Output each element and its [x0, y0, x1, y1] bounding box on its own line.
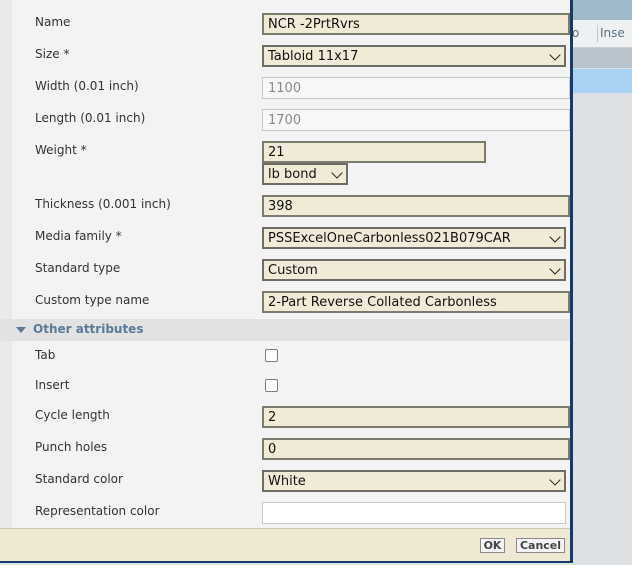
- media-properties-dialog: Name NCR -2PrtRvrs Size * Tabloid 11x17 …: [0, 0, 573, 563]
- standard-type-label: Standard type: [35, 261, 121, 275]
- standard-color-value: White: [268, 474, 306, 489]
- media-family-value: PSSExcelOneCarbonless021B079CAR: [268, 231, 511, 246]
- weight-unit-select[interactable]: lb bond: [262, 163, 348, 185]
- collapse-triangle-icon: [16, 327, 26, 333]
- chevron-down-icon: [549, 49, 561, 61]
- standard-type-value: Custom: [268, 263, 318, 278]
- standard-type-select[interactable]: Custom: [262, 259, 566, 281]
- standard-color-label: Standard color: [35, 472, 123, 486]
- size-select[interactable]: Tabloid 11x17: [262, 45, 566, 67]
- column-header-partial[interactable]: o: [572, 26, 579, 40]
- name-input[interactable]: NCR -2PrtRvrs: [262, 13, 570, 35]
- punch-holes-input[interactable]: 0: [262, 438, 570, 460]
- background-column-header: o Inse: [572, 20, 632, 48]
- cancel-button[interactable]: Cancel: [516, 538, 565, 553]
- size-label: Size *: [35, 47, 70, 61]
- ok-button[interactable]: OK: [480, 538, 505, 553]
- chevron-down-icon: [549, 474, 561, 486]
- representation-color-input[interactable]: [262, 502, 566, 524]
- tab-label: Tab: [35, 348, 56, 362]
- length-input: 1700: [262, 109, 570, 131]
- other-attributes-section-header[interactable]: Other attributes: [0, 319, 570, 341]
- weight-unit-value: lb bond: [268, 167, 317, 182]
- thickness-label: Thickness (0.001 inch): [35, 197, 171, 211]
- tab-checkbox[interactable]: [265, 349, 278, 362]
- media-family-select[interactable]: PSSExcelOneCarbonless021B079CAR: [262, 227, 566, 249]
- background-header: [572, 0, 632, 20]
- weight-label: Weight *: [35, 143, 87, 157]
- chevron-down-icon: [331, 167, 343, 179]
- name-label: Name: [35, 15, 71, 29]
- custom-type-name-input[interactable]: 2-Part Reverse Collated Carbonless: [262, 291, 570, 313]
- representation-color-label: Representation color: [35, 504, 160, 518]
- width-input: 1100: [262, 77, 570, 99]
- background-table-row-selected[interactable]: [572, 69, 632, 93]
- column-header-insert[interactable]: Inse: [600, 26, 625, 40]
- section-title: Other attributes: [33, 322, 144, 336]
- insert-checkbox[interactable]: [265, 379, 278, 392]
- cycle-length-input[interactable]: 2: [262, 406, 570, 428]
- standard-color-select[interactable]: White: [262, 470, 566, 492]
- left-strip: [0, 0, 12, 528]
- insert-label: Insert: [35, 378, 70, 392]
- punch-holes-label: Punch holes: [35, 440, 108, 454]
- width-label: Width (0.01 inch): [35, 79, 139, 93]
- size-select-value: Tabloid 11x17: [268, 49, 359, 64]
- background-table-row[interactable]: [572, 48, 632, 68]
- thickness-input[interactable]: 398: [262, 195, 570, 217]
- cycle-length-label: Cycle length: [35, 408, 110, 422]
- media-family-label: Media family *: [35, 229, 122, 243]
- chevron-down-icon: [549, 263, 561, 275]
- dialog-footer: OK Cancel: [0, 528, 570, 561]
- background-window: o Inse: [572, 0, 632, 565]
- weight-input[interactable]: 21: [262, 141, 486, 163]
- chevron-down-icon: [549, 231, 561, 243]
- custom-type-name-label: Custom type name: [35, 293, 150, 307]
- column-separator: [597, 25, 598, 42]
- dialog-content: Name NCR -2PrtRvrs Size * Tabloid 11x17 …: [0, 0, 570, 528]
- length-label: Length (0.01 inch): [35, 111, 146, 125]
